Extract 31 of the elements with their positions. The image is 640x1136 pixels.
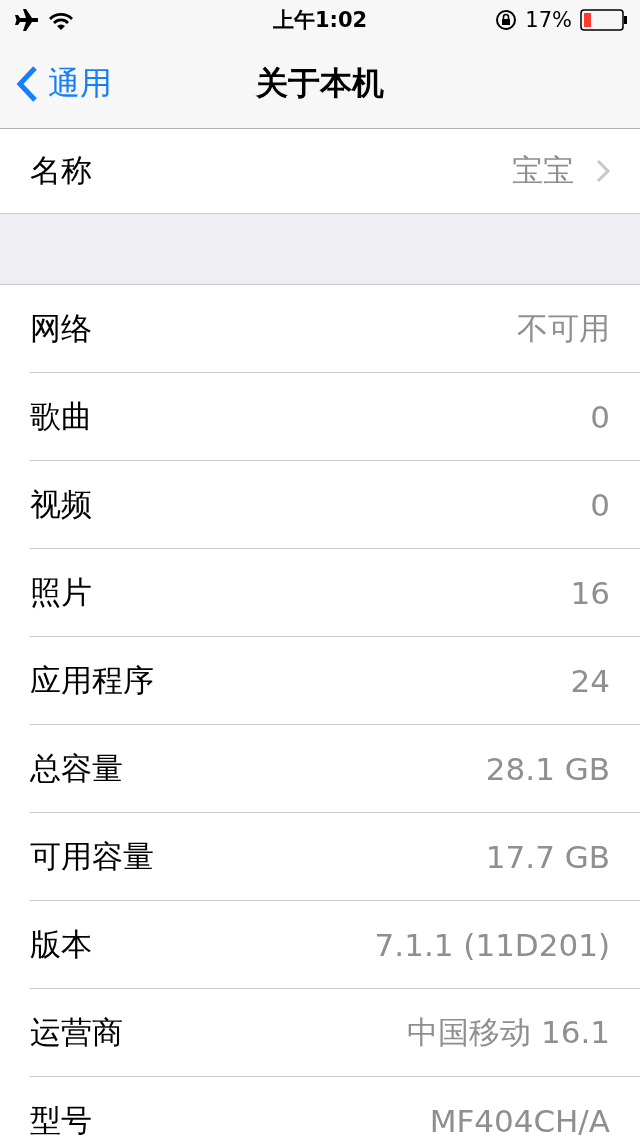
battery-percent: 17% xyxy=(525,8,572,32)
battery-icon xyxy=(580,9,628,31)
row-label: 可用容量 xyxy=(30,836,155,876)
row-label: 网络 xyxy=(30,308,93,348)
row-value: 7.1.1 (11D201) xyxy=(374,926,610,963)
row-label: 视频 xyxy=(30,484,93,524)
row-value: 中国移动 16.1 xyxy=(407,1012,610,1052)
row-value: 24 xyxy=(570,662,610,699)
chevron-icon xyxy=(596,159,610,183)
row-label: 总容量 xyxy=(30,748,124,788)
row-label: 照片 xyxy=(30,572,93,612)
row-value: 0 xyxy=(590,486,610,523)
back-button[interactable]: 通用 xyxy=(0,61,118,107)
nav-title: 关于本机 xyxy=(256,64,384,102)
wifi-icon xyxy=(48,10,74,30)
row-value: 16 xyxy=(570,574,610,611)
row-value: MF404CH/A xyxy=(429,1102,610,1136)
row-value: 28.1 GB xyxy=(485,750,610,787)
status-time: 上午1:02 xyxy=(272,7,368,34)
row-label: 歌曲 xyxy=(30,396,93,436)
row-label: 运营商 xyxy=(30,1012,124,1052)
row-label: 版本 xyxy=(30,924,93,964)
row-value: 0 xyxy=(590,398,610,435)
airplane-icon xyxy=(12,9,38,31)
row-value: 不可用 xyxy=(517,308,610,348)
chevron-left-icon xyxy=(16,65,38,103)
row-label: 型号 xyxy=(30,1100,93,1136)
rotation-lock-icon xyxy=(495,9,518,31)
row-value: 17.7 GB xyxy=(485,838,610,875)
row-label: 应用程序 xyxy=(30,660,155,700)
name-row[interactable]: 名称 宝宝 xyxy=(0,129,640,213)
